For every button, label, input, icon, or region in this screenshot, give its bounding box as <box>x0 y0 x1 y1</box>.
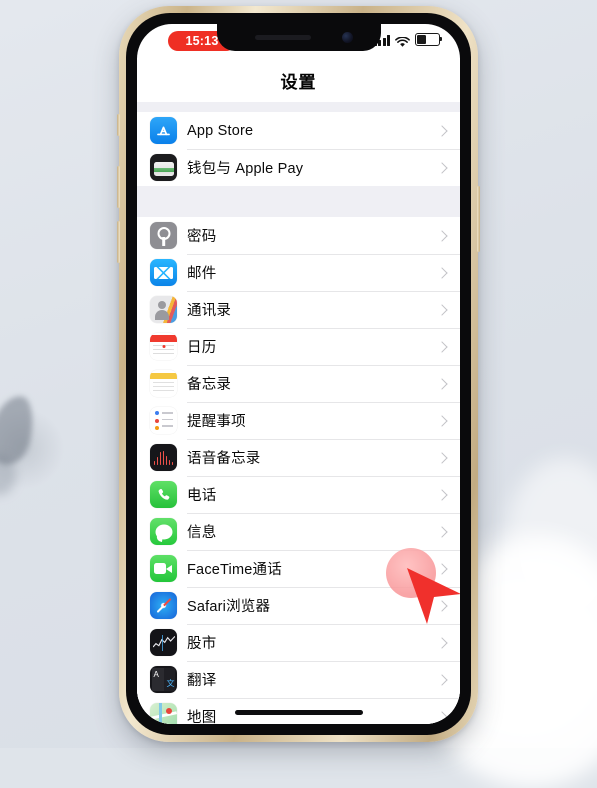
settings-row-passwords[interactable]: 密码 <box>137 217 460 254</box>
settings-row-reminders[interactable]: 提醒事项 <box>137 402 460 439</box>
safari-icon <box>150 592 177 619</box>
facetime-icon <box>150 555 177 582</box>
battery-icon <box>415 33 443 46</box>
chevron-right-icon <box>436 340 448 353</box>
navigation-bar: 设置 <box>137 58 460 102</box>
settings-row-translate[interactable]: A 文翻译 <box>137 661 460 698</box>
phone-icon <box>150 481 177 508</box>
calendar-icon <box>150 333 177 360</box>
settings-row-notes[interactable]: 备忘录 <box>137 365 460 402</box>
maps-icon <box>150 703 177 724</box>
earpiece-speaker-icon <box>254 35 311 40</box>
phone-screen: 15:13 设置 App Store 钱包与 Apple Pay 密码 邮件 通… <box>137 24 460 724</box>
wifi-icon <box>395 35 410 47</box>
section-gap <box>137 102 460 112</box>
iphone-device: 15:13 设置 App Store 钱包与 Apple Pay 密码 邮件 通… <box>117 6 480 742</box>
section-gap <box>137 186 460 217</box>
app-store-icon <box>150 117 177 144</box>
settings-row-voice-memos[interactable]: 语音备忘录 <box>137 439 460 476</box>
settings-row-label: 地图 <box>187 710 217 724</box>
chevron-right-icon <box>436 525 448 538</box>
chevron-right-icon <box>436 451 448 464</box>
mail-icon <box>150 259 177 286</box>
notch <box>216 24 381 51</box>
passwords-icon <box>150 222 177 249</box>
power-button[interactable] <box>477 186 480 252</box>
settings-row-app-store[interactable]: App Store <box>137 112 460 149</box>
chevron-right-icon <box>436 488 448 501</box>
settings-row-mail[interactable]: 邮件 <box>137 254 460 291</box>
chevron-right-icon <box>436 414 448 427</box>
translate-icon: A文 <box>150 666 177 693</box>
settings-row-wallet[interactable]: 钱包与 Apple Pay <box>137 149 460 186</box>
home-indicator[interactable] <box>234 710 363 715</box>
reminders-icon <box>150 407 177 434</box>
settings-row-label: 电话 <box>187 488 217 504</box>
chevron-right-icon <box>436 710 448 723</box>
wallet-icon <box>150 154 177 181</box>
settings-row-messages[interactable]: 信息 <box>137 513 460 550</box>
page-title: 设置 <box>280 72 317 92</box>
settings-row-label: 通讯录 <box>187 303 232 319</box>
settings-row-label: FaceTime通话 <box>187 562 282 578</box>
chevron-right-icon <box>436 229 448 242</box>
settings-row-calendar[interactable]: 日历 <box>137 328 460 365</box>
phone-bezel: 15:13 设置 App Store 钱包与 Apple Pay 密码 邮件 通… <box>126 13 471 735</box>
settings-row-label: App Store <box>187 122 254 139</box>
mouse-cursor-arrow <box>401 564 460 628</box>
chevron-right-icon <box>436 124 448 137</box>
settings-row-contacts[interactable]: 通讯录 <box>137 291 460 328</box>
settings-list[interactable]: App Store 钱包与 Apple Pay 密码邮件通讯录日历备忘录提醒事项语音… <box>137 102 460 724</box>
chevron-right-icon <box>436 266 448 279</box>
settings-group-apps-section: 密码邮件通讯录日历备忘录提醒事项语音备忘录电话信息 FaceTime通话 Safar… <box>137 217 460 724</box>
chevron-right-icon <box>436 377 448 390</box>
settings-row-label: 语音备忘录 <box>187 451 261 467</box>
settings-row-label: 提醒事项 <box>187 414 246 430</box>
silent-switch[interactable] <box>117 114 120 136</box>
chevron-right-icon <box>436 636 448 649</box>
settings-group-store-section: App Store 钱包与 Apple Pay <box>137 112 460 186</box>
settings-row-label: 翻译 <box>187 673 217 689</box>
chevron-right-icon <box>436 303 448 316</box>
settings-row-stocks[interactable]: 股市 <box>137 624 460 661</box>
status-icons <box>373 33 443 47</box>
settings-row-label: 信息 <box>187 525 217 541</box>
settings-row-phone[interactable]: 电话 <box>137 476 460 513</box>
settings-row-label: 密码 <box>187 229 217 245</box>
stocks-icon <box>150 629 177 656</box>
settings-row-label: 邮件 <box>187 266 217 282</box>
voice-memos-icon <box>150 444 177 471</box>
settings-row-label: 备忘录 <box>187 377 232 393</box>
volume-down-button[interactable] <box>117 221 120 263</box>
messages-icon <box>150 518 177 545</box>
settings-row-label: Safari浏览器 <box>187 599 271 615</box>
settings-row-label: 钱包与 Apple Pay <box>187 161 304 177</box>
notes-icon <box>150 370 177 397</box>
volume-up-button[interactable] <box>117 166 120 208</box>
front-camera-icon <box>341 32 353 43</box>
chevron-right-icon <box>436 161 448 174</box>
chevron-right-icon <box>436 673 448 686</box>
settings-row-label: 股市 <box>187 636 217 652</box>
contacts-icon <box>150 296 177 323</box>
settings-row-label: 日历 <box>187 340 217 356</box>
